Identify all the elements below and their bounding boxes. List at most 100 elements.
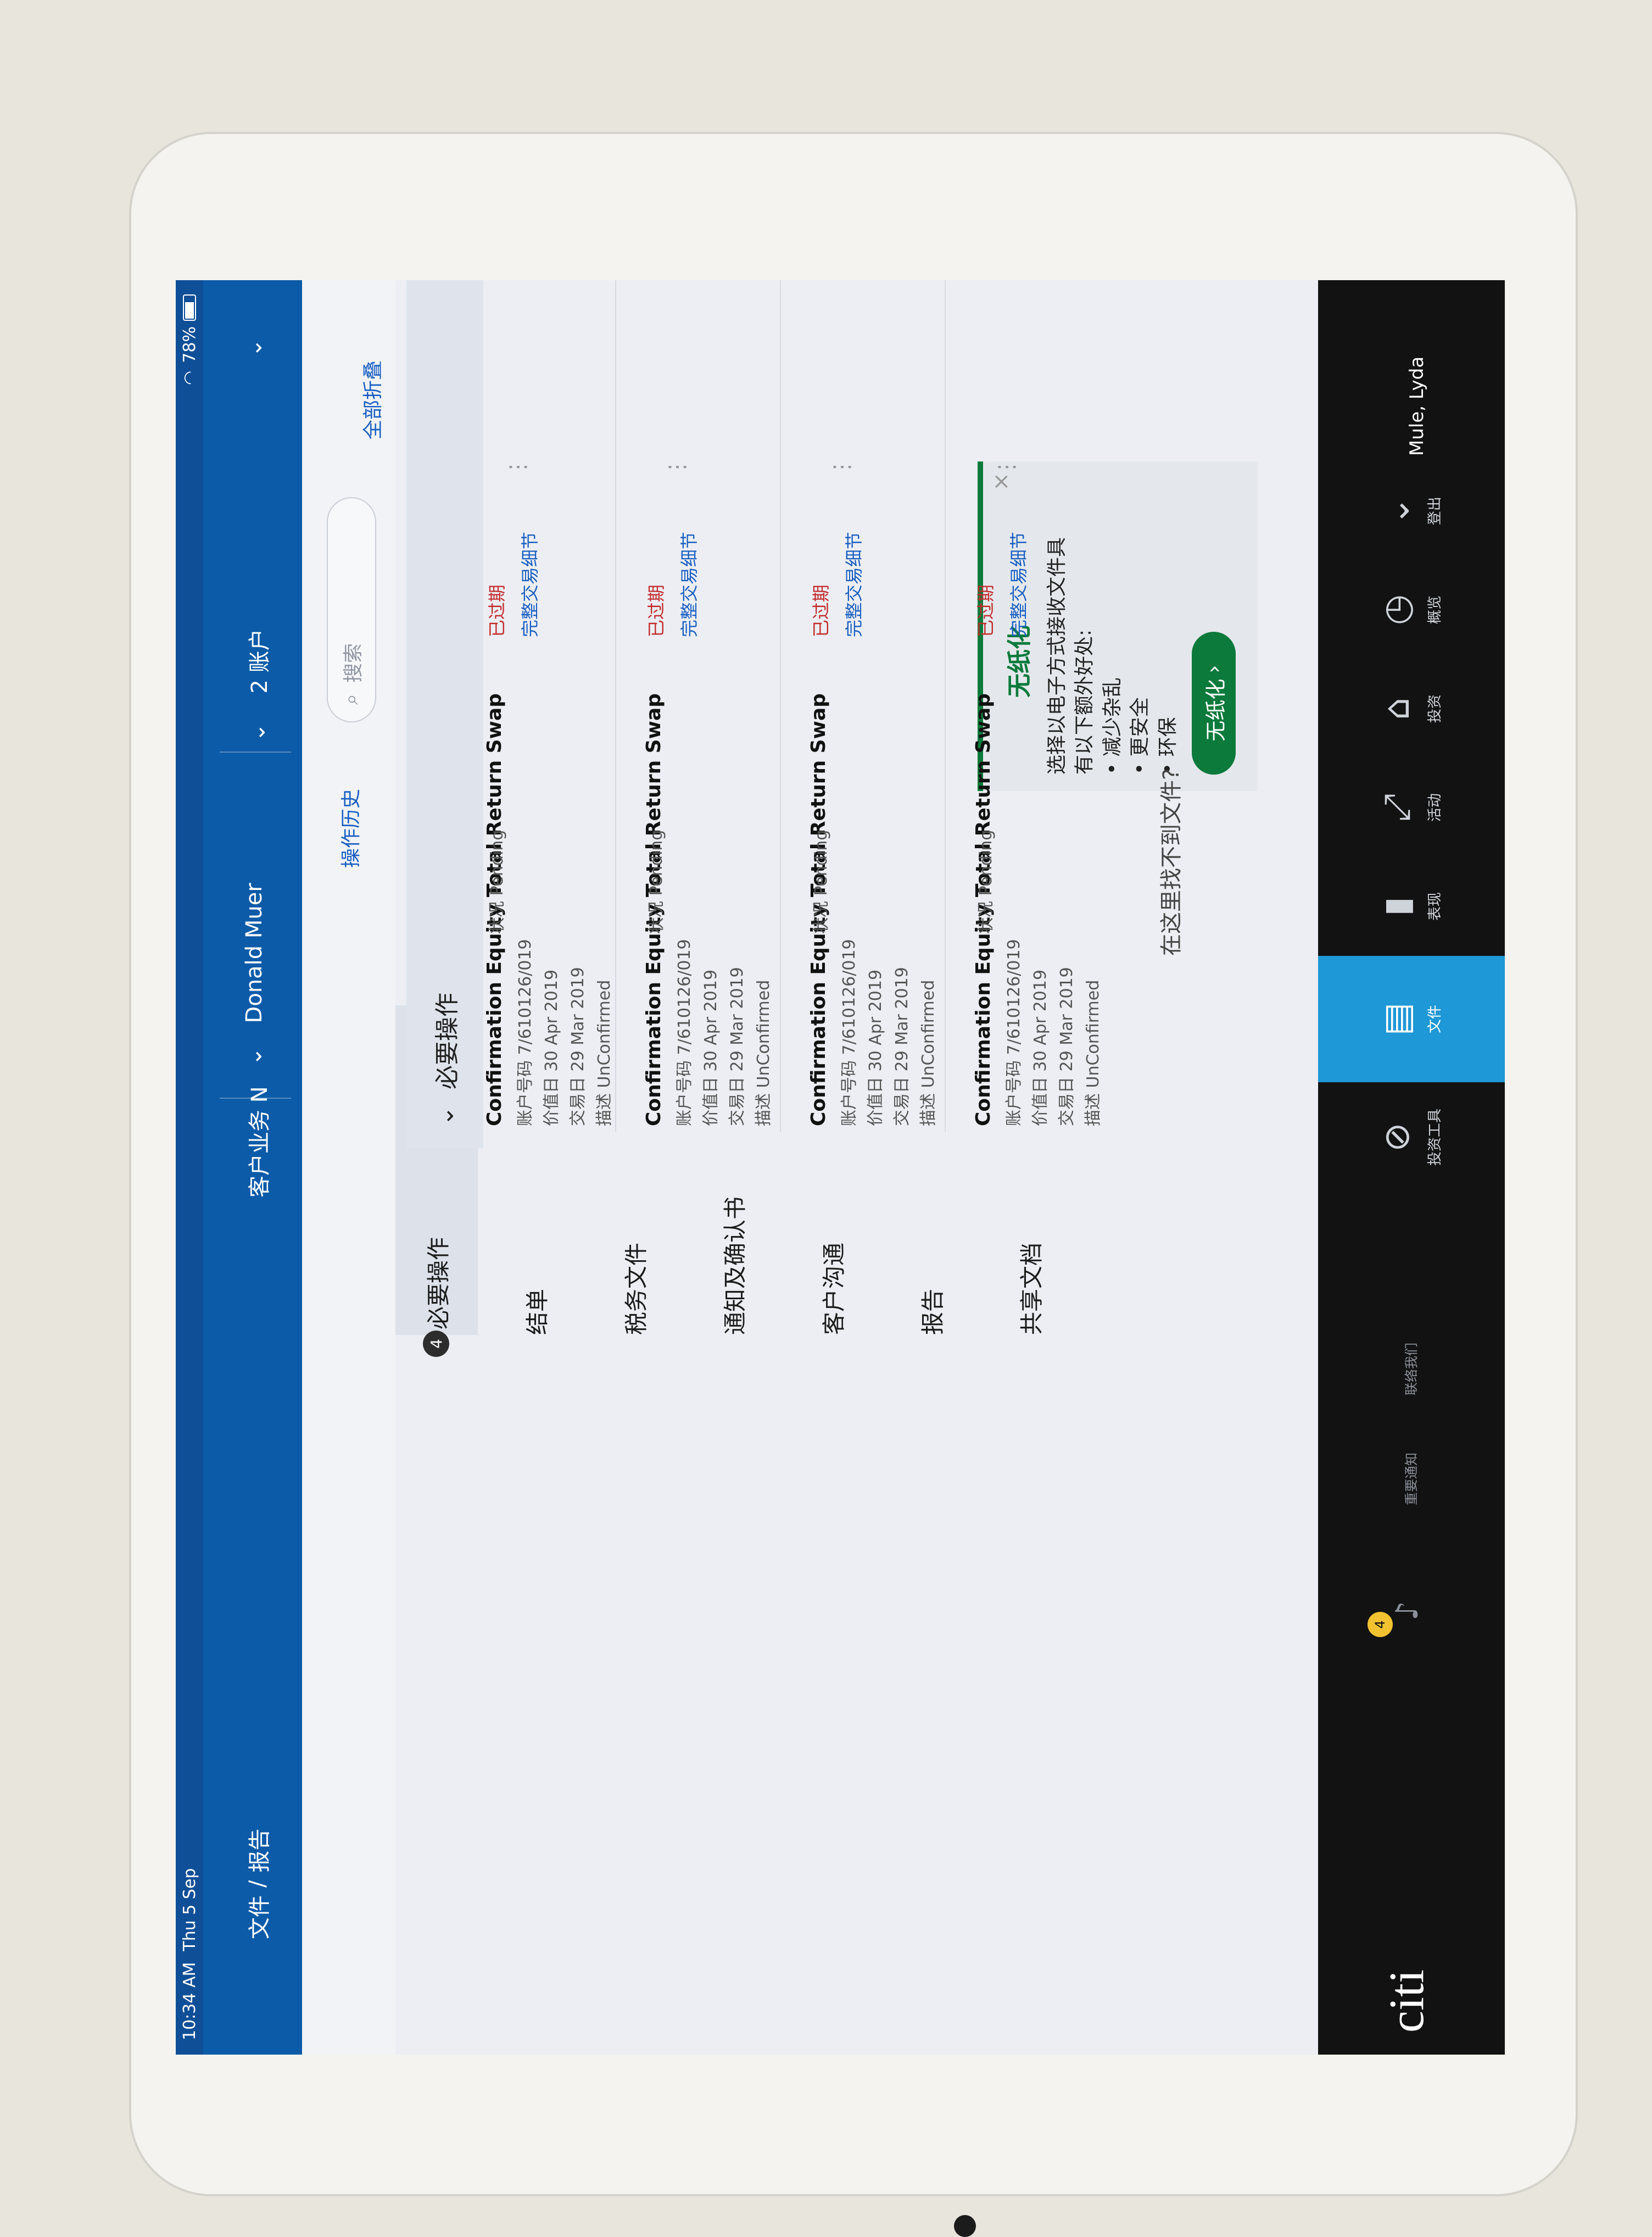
more-icon[interactable]: ⋮ xyxy=(994,456,1019,478)
sidebar-item-label: 活动 xyxy=(1426,793,1443,822)
citi-logo: citi xyxy=(1380,1969,1434,2033)
chevron-down-icon: ⌄ xyxy=(245,723,270,742)
breadcrumb-parent[interactable]: 文件 xyxy=(242,1895,274,1939)
person-selector[interactable]: ⌄ Donald Muer xyxy=(242,883,267,1066)
app-canvas: 10:34 AM Thu 5 Sep ◠ 78% 文件 / 报告 客户业务 N … xyxy=(176,280,1505,2055)
search-icon: ⌕ xyxy=(340,693,362,705)
logout-label: 登出 xyxy=(1426,497,1443,526)
transaction-value-date: 价值日 30 Apr 2019 xyxy=(1031,969,1050,1126)
chevron-down-icon: ⌄ xyxy=(242,338,267,357)
nav-divider xyxy=(220,752,291,753)
sidebar-item-activity[interactable]: ⤢ 活动 xyxy=(1318,758,1505,857)
expired-badge: 已过期 xyxy=(487,584,507,637)
gauge-icon: ◷ xyxy=(1376,594,1417,625)
top-nav: 文件 / 报告 客户业务 N ⌄ Donald Muer ⌄ 2 账户 ⌄ xyxy=(203,280,302,2055)
sidebar: Mule, Lyda ⌄ 登出 ◷ 概览 ⌂ 投资 ⤢ 活动 ▮ 表现 ▤ 文件… xyxy=(1318,280,1505,2055)
logout-button[interactable]: ⌄ 登出 xyxy=(1318,461,1505,560)
transaction-account: 账户号码 7/610126/019 xyxy=(516,939,535,1126)
section-header[interactable]: ⌄ 必要操作 xyxy=(406,280,483,1148)
important-notice-link[interactable]: 重要通知 xyxy=(1400,1453,1420,1505)
more-icon[interactable]: ⋮ xyxy=(505,456,531,478)
battery-icon xyxy=(183,294,196,321)
transaction-desc: 描述 UnConfirmed xyxy=(919,980,938,1126)
full-detail-link[interactable]: 完整交易细节 xyxy=(1005,532,1030,637)
doc-menu-label: 通知及确认书 xyxy=(721,1196,749,1335)
doc-menu-label: 共享文档 xyxy=(1018,1242,1045,1335)
doc-menu-label: 客户沟通 xyxy=(820,1242,847,1335)
sidebar-item-performance[interactable]: ▮ 表现 xyxy=(1318,857,1505,956)
paperless-bullet: • 更安全 xyxy=(1129,697,1152,775)
sidebar-item-overview[interactable]: ◷ 概览 xyxy=(1318,560,1505,659)
paperless-button-label: 无纸化 xyxy=(1203,678,1228,742)
transaction-account: 账户号码 7/610126/019 xyxy=(675,939,694,1126)
doc-menu-item-statements[interactable]: 结单 xyxy=(494,1289,577,1335)
sidebar-item-documents[interactable]: ▤ 文件 xyxy=(1318,956,1505,1082)
row-divider xyxy=(615,280,616,1132)
chevron-right-icon: › xyxy=(1202,665,1226,674)
expired-badge: 已过期 xyxy=(811,584,831,637)
transaction-desc: 描述 UnConfirmed xyxy=(754,980,773,1126)
not-found-text: 在这里找不到文件? xyxy=(1159,768,1184,956)
transaction-value-date: 价值日 30 Apr 2019 xyxy=(866,969,885,1126)
expand-nav-button[interactable]: ⌄ xyxy=(242,338,267,357)
full-detail-link[interactable]: 完整交易细节 xyxy=(516,532,542,637)
transaction-trade-date: 交易日 29 Mar 2019 xyxy=(892,967,912,1126)
bar-chart-icon: ▮ xyxy=(1376,897,1417,916)
chevron-down-icon: ⌄ xyxy=(242,1047,267,1066)
doc-menu-item-communications[interactable]: 客户沟通 xyxy=(791,1243,873,1335)
doc-menu-label: 税务文件 xyxy=(622,1242,650,1335)
collapse-all-link[interactable]: 全部折叠 xyxy=(357,360,386,439)
more-icon[interactable]: ⋮ xyxy=(665,456,690,478)
sidebar-item-label: 文件 xyxy=(1426,1005,1443,1034)
screen: 10:34 AM Thu 5 Sep ◠ 78% 文件 / 报告 客户业务 N … xyxy=(176,280,1505,2055)
wifi-icon: ◠ xyxy=(180,370,199,385)
more-icon[interactable]: ⋮ xyxy=(829,456,855,478)
person-name: Donald Muer xyxy=(242,883,267,1023)
transaction-status: 状况 Pending xyxy=(488,830,507,934)
status-date: Thu 5 Sep xyxy=(180,1868,199,1951)
user-name: Mule, Lyda xyxy=(1406,356,1428,456)
bell-icon[interactable]: ♪ xyxy=(1389,1601,1425,1621)
breadcrumb: 文件 / 报告 xyxy=(242,1829,274,1939)
doc-menu-item-tax[interactable]: 税务文件 xyxy=(593,1243,676,1335)
sidebar-item-label: 表现 xyxy=(1426,892,1443,921)
transaction-status: 状况 Pending xyxy=(812,830,831,934)
doc-menu-item-reports[interactable]: 报告 xyxy=(890,1289,972,1335)
sidebar-item-tools[interactable]: ⊘ 投资工具 xyxy=(1318,1082,1505,1192)
paperless-bullet: • 环保 xyxy=(1156,717,1179,775)
transaction-value-date: 价值日 30 Apr 2019 xyxy=(542,969,561,1126)
notification-badge: 4 xyxy=(1368,1612,1393,1637)
chevron-down-icon: ⌄ xyxy=(1376,496,1417,526)
sidebar-item-label: 概览 xyxy=(1426,596,1443,625)
paperless-button[interactable]: 无纸化 › xyxy=(1192,632,1236,775)
bank-icon: ⌂ xyxy=(1376,697,1417,720)
transaction-trade-date: 交易日 29 Mar 2019 xyxy=(1057,967,1076,1126)
sidebar-item-label: 投资 xyxy=(1426,694,1443,724)
transaction-status: 状况 Pending xyxy=(647,830,666,934)
transaction-trade-date: 交易日 29 Mar 2019 xyxy=(568,967,588,1126)
doc-menu-item-shared[interactable]: 共享文档 xyxy=(989,1243,1071,1335)
full-detail-link[interactable]: 完整交易细节 xyxy=(840,532,866,637)
full-detail-link[interactable]: 完整交易细节 xyxy=(676,532,701,637)
accounts-selector[interactable]: ⌄ 2 账户 xyxy=(242,628,274,742)
sidebar-item-investments[interactable]: ⌂ 投资 xyxy=(1318,659,1505,758)
doc-menu-badge: 4 xyxy=(423,1331,449,1357)
row-divider xyxy=(780,280,781,1132)
arrows-icon: ⤢ xyxy=(1376,793,1417,822)
client-selector[interactable]: 客户业务 N xyxy=(242,1086,274,1198)
sidebar-item-label: 投资工具 xyxy=(1426,1109,1443,1166)
contact-link[interactable]: 联络我们 xyxy=(1400,1343,1420,1395)
doc-menu-label: 报告 xyxy=(919,1288,946,1335)
doc-menu-label: 必要操作 xyxy=(425,1237,452,1329)
doc-menu-item-notices[interactable]: 通知及确认书 xyxy=(692,1197,774,1335)
search-input[interactable]: ⌕ 搜索 xyxy=(327,497,376,722)
compass-icon: ⊘ xyxy=(1376,1122,1417,1152)
breadcrumb-separator: / xyxy=(245,1880,270,1888)
transaction-account: 账户号码 7/610126/019 xyxy=(840,939,859,1126)
expired-badge: 已过期 xyxy=(646,584,667,637)
transaction-account: 账户号码 7/610126/019 xyxy=(1004,939,1024,1126)
transaction-desc: 描述 UnConfirmed xyxy=(595,980,614,1126)
doc-menu-label: 结单 xyxy=(523,1288,551,1335)
history-link[interactable]: 操作历史 xyxy=(335,789,364,868)
accounts-label: 2 账户 xyxy=(247,628,272,694)
